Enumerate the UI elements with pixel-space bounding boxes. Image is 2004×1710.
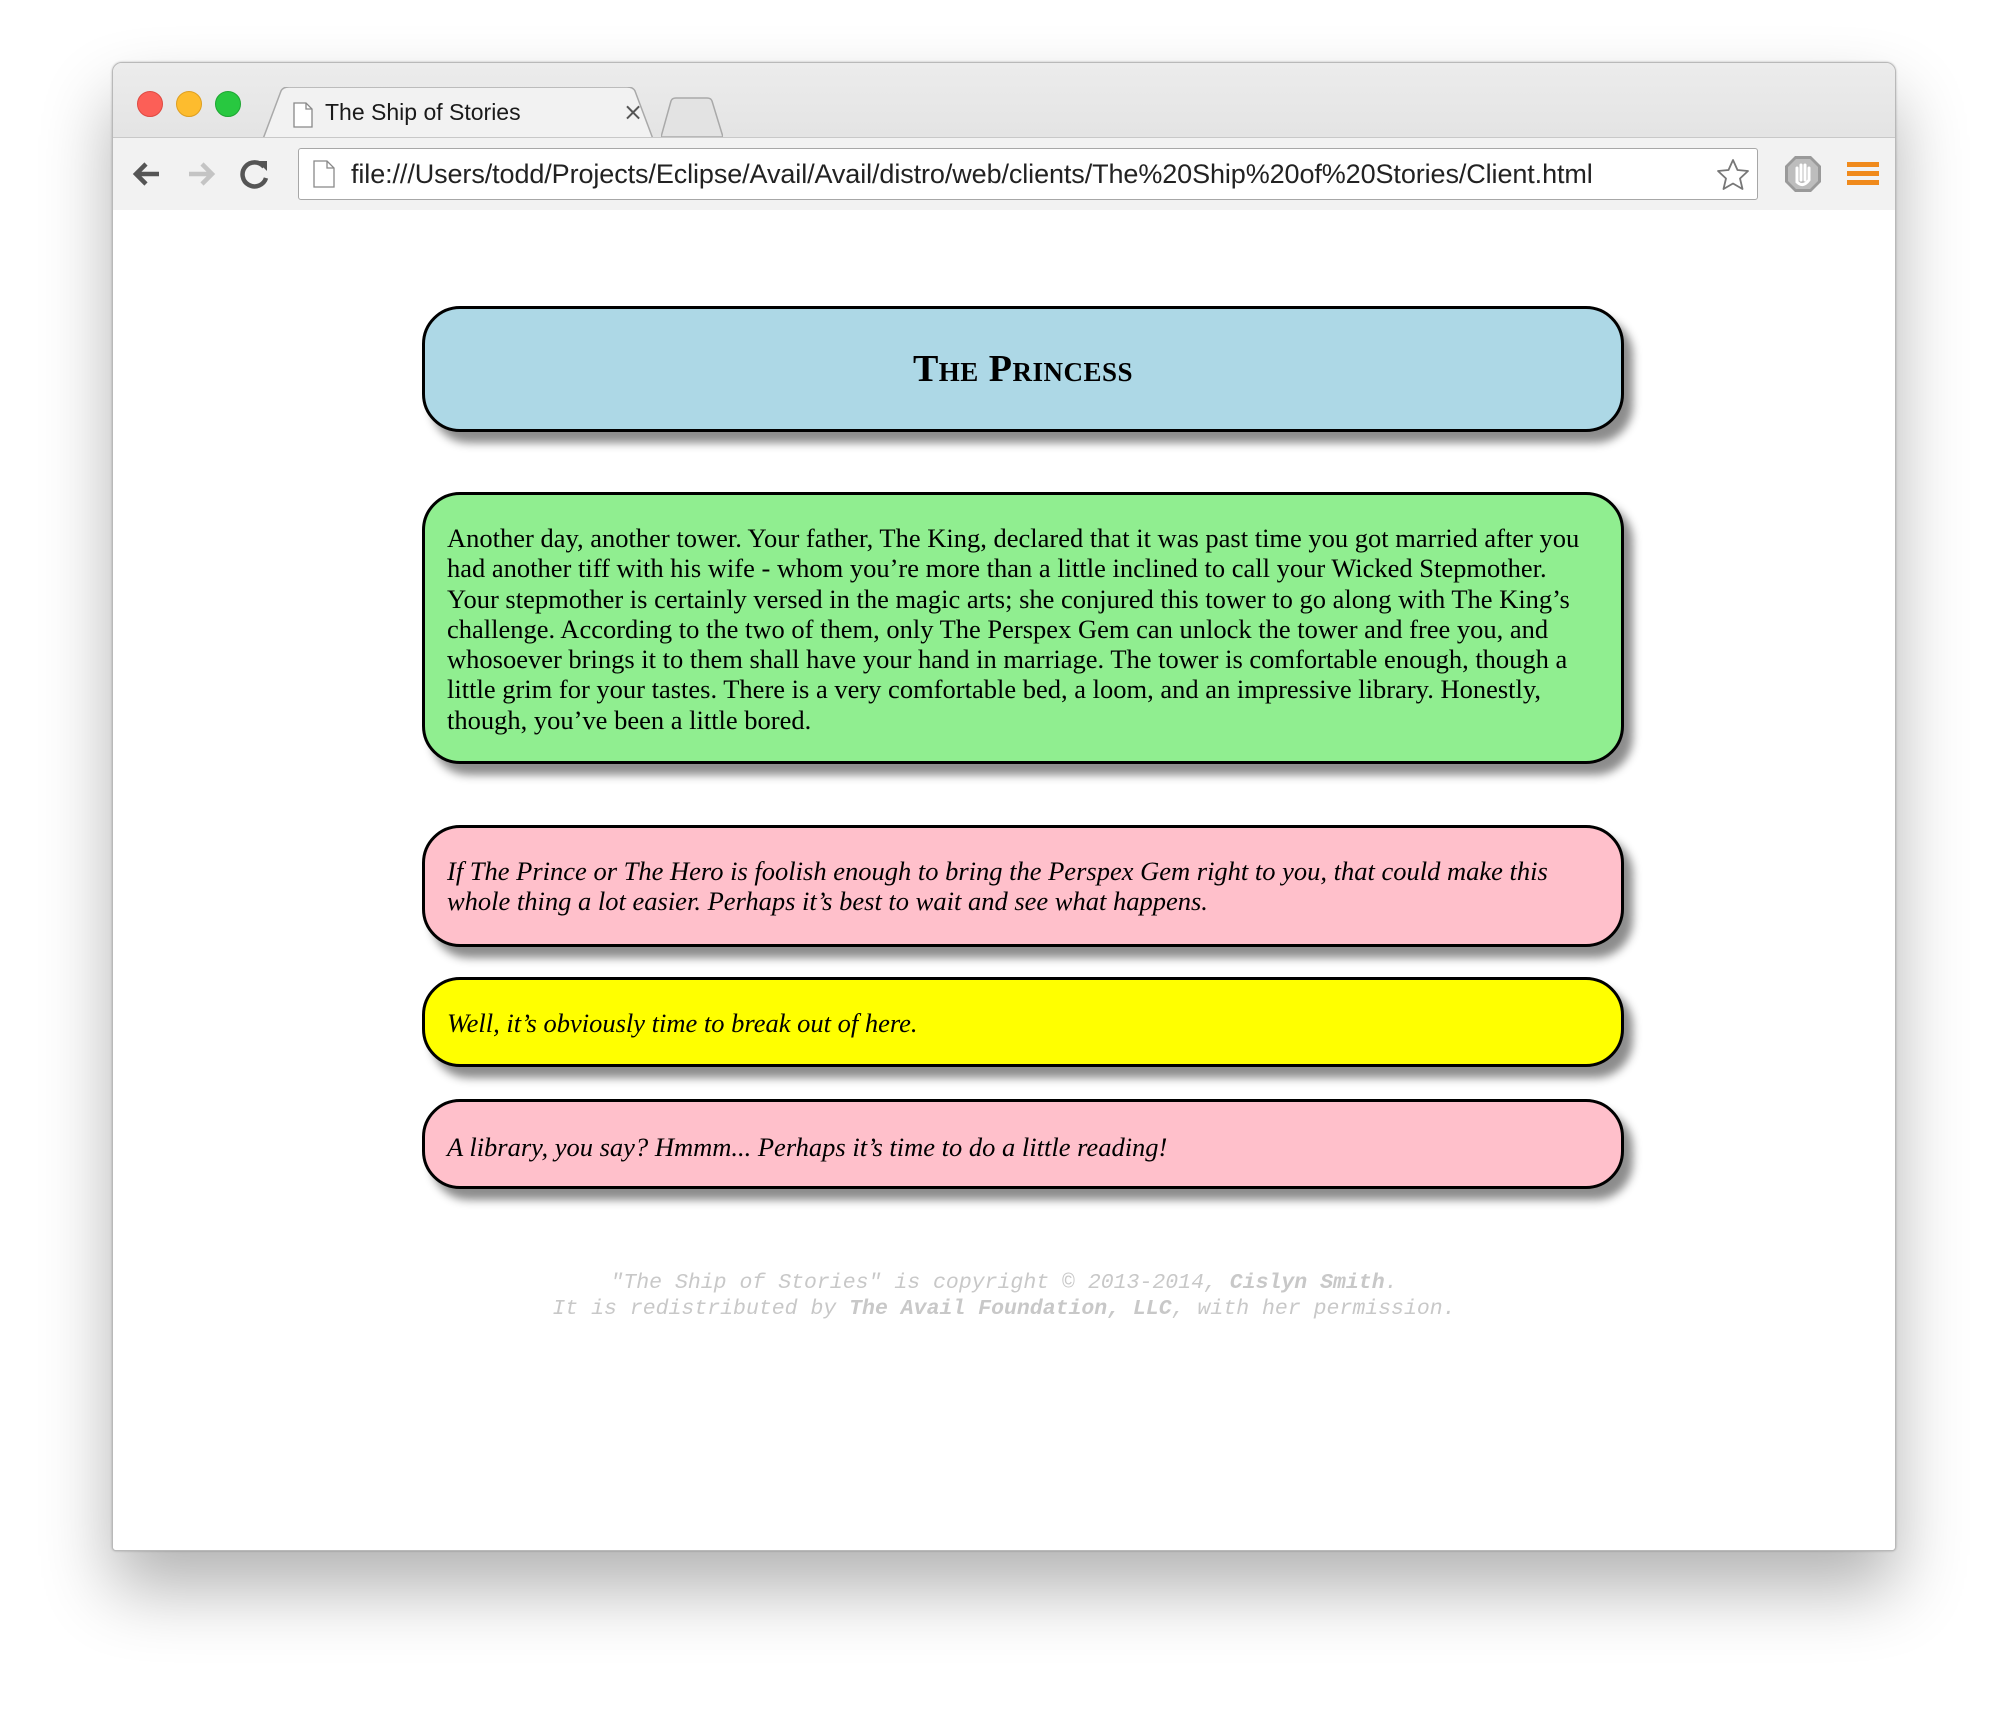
forward-arrow-icon[interactable]	[181, 154, 221, 194]
copyright-text: "The Ship of Stories" is copyright © 201…	[610, 1271, 1230, 1295]
page-viewport: The Princess Another day, another tower.…	[113, 210, 1895, 1550]
choice-text[interactable]: If The Prince or The Hero is foolish eno…	[447, 856, 1548, 916]
tab-title: The Ship of Stories	[325, 99, 521, 125]
maximize-window-button[interactable]	[215, 91, 241, 117]
publisher-name: The Avail Foundation, LLC	[849, 1297, 1172, 1321]
page-icon	[313, 160, 335, 188]
story-title-box: The Princess	[422, 306, 1624, 432]
tab-active[interactable]: The Ship of Stories ×	[263, 87, 653, 139]
copyright-notice: "The Ship of Stories" is copyright © 201…	[113, 1270, 1895, 1322]
url-text[interactable]: file:///Users/todd/Projects/Eclipse/Avai…	[351, 159, 1593, 190]
toolbar: file:///Users/todd/Projects/Eclipse/Avai…	[113, 137, 1895, 210]
stop-hand-icon[interactable]	[1783, 154, 1823, 194]
copyright-text: It is redistributed by	[552, 1297, 850, 1321]
bookmark-star-icon[interactable]	[1715, 157, 1751, 193]
choice-text[interactable]: A library, you say? Hmmm... Perhaps it’s…	[447, 1132, 1167, 1162]
narrative-text: Another day, another tower. Your father,…	[447, 523, 1580, 735]
choice-option[interactable]: A library, you say? Hmmm... Perhaps it’s…	[422, 1099, 1624, 1189]
back-arrow-icon[interactable]	[127, 154, 167, 194]
minimize-window-button[interactable]	[176, 91, 202, 117]
address-bar[interactable]: file:///Users/todd/Projects/Eclipse/Avai…	[298, 148, 1758, 200]
author-name: Cislyn Smith	[1229, 1271, 1385, 1295]
browser-chrome: The Ship of Stories × file:///Users/todd…	[113, 63, 1895, 210]
choice-text[interactable]: Well, it’s obviously time to break out o…	[447, 1008, 918, 1038]
story-title: The Princess	[912, 348, 1134, 390]
close-window-button[interactable]	[137, 91, 163, 117]
narrative-box: Another day, another tower. Your father,…	[422, 492, 1624, 764]
new-tab-button[interactable]	[661, 97, 723, 137]
copyright-text: .	[1384, 1271, 1398, 1295]
browser-window: The Ship of Stories × file:///Users/todd…	[112, 62, 1896, 1551]
tab-close-icon[interactable]: ×	[623, 99, 643, 125]
choice-option[interactable]: If The Prince or The Hero is foolish eno…	[422, 825, 1624, 947]
reload-icon[interactable]	[235, 154, 275, 194]
copyright-line-1: "The Ship of Stories" is copyright © 201…	[113, 1270, 1895, 1296]
copyright-line-2: It is redistributed by The Avail Foundat…	[113, 1296, 1895, 1322]
page-icon	[293, 102, 313, 128]
copyright-text: , with her permission.	[1171, 1297, 1456, 1321]
tab-strip: The Ship of Stories ×	[113, 63, 1895, 139]
menu-icon[interactable]	[1845, 156, 1881, 192]
choice-option[interactable]: Well, it’s obviously time to break out o…	[422, 977, 1624, 1067]
